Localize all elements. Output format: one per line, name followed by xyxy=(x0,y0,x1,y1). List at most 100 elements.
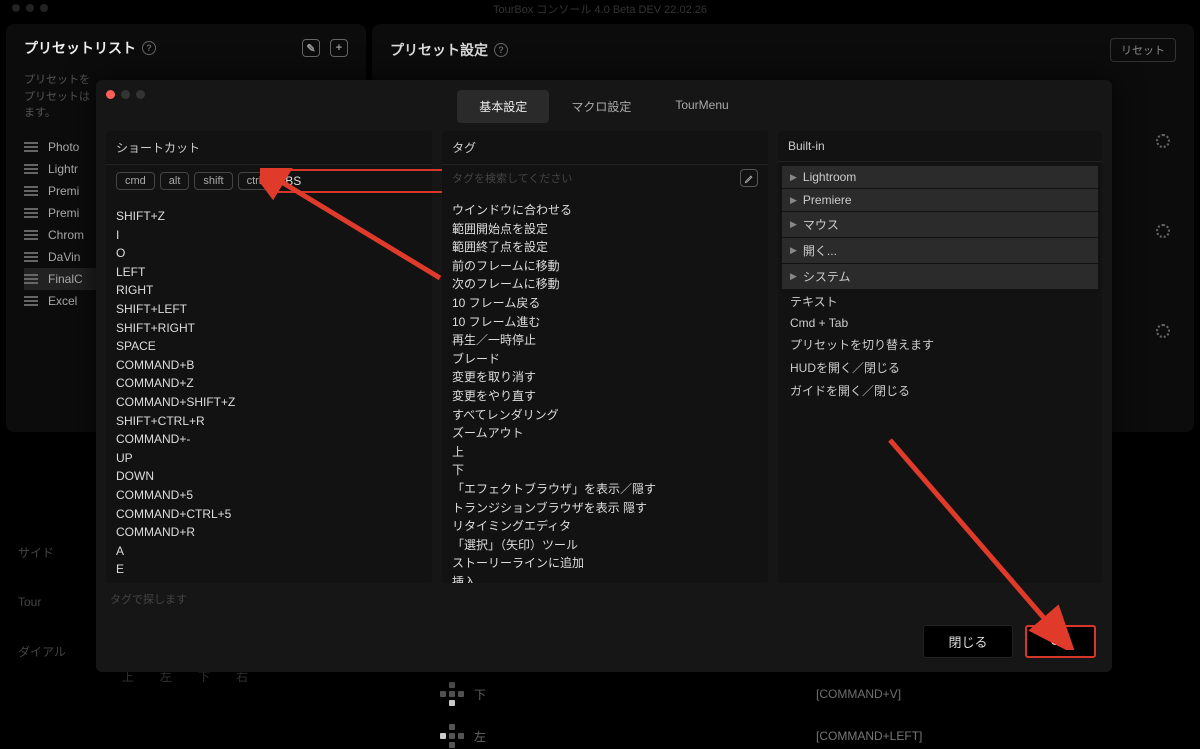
modal-traffic-lights[interactable] xyxy=(106,90,145,99)
shortcut-item[interactable]: A xyxy=(116,542,422,561)
shortcut-item[interactable]: COMMAND+B xyxy=(116,356,422,375)
tag-search-placeholder[interactable]: タグを検索してください xyxy=(452,170,572,186)
tag-item[interactable]: ストーリーラインに追加 xyxy=(452,554,758,573)
builtin-item[interactable]: HUDを開く／閉じる xyxy=(782,356,1098,379)
shortcut-input[interactable] xyxy=(275,169,450,193)
shortcut-item[interactable]: COMMAND+Z xyxy=(116,374,422,393)
dpad-icon xyxy=(440,682,464,706)
modal-tab[interactable]: マクロ設定 xyxy=(549,90,653,123)
shortcut-item[interactable]: COMMAND+5 xyxy=(116,486,422,505)
tag-item[interactable]: 範囲終了点を設定 xyxy=(452,238,758,257)
shortcut-item[interactable]: COMMAND+R xyxy=(116,523,422,542)
tag-item[interactable]: 変更を取り消す xyxy=(452,368,758,387)
shortcut-item[interactable]: I xyxy=(116,226,422,245)
dpad-row: 下 [COMMAND+V] xyxy=(440,682,922,706)
modifier-row: cmd alt shift ctrl ✕ xyxy=(106,165,432,201)
builtin-category[interactable]: ▶Lightroom xyxy=(782,166,1098,188)
tag-item[interactable]: 再生／一時停止 xyxy=(452,331,758,350)
builtin-item[interactable]: プリセットを切り替えます xyxy=(782,333,1098,356)
tag-item[interactable]: 下 xyxy=(452,461,758,480)
loading-spinner-icon xyxy=(1156,224,1170,238)
loading-spinner-icon xyxy=(1156,134,1170,148)
shortcut-item[interactable]: SPACE xyxy=(116,337,422,356)
tag-item[interactable]: ウインドウに合わせる xyxy=(452,201,758,220)
shift-key[interactable]: shift xyxy=(194,172,232,190)
builtin-column: Built-in ▶Lightroom▶Premiere▶マウス▶開く...▶シ… xyxy=(778,131,1102,583)
ctrl-key[interactable]: ctrl xyxy=(238,172,271,190)
drag-handle-icon[interactable] xyxy=(24,186,38,196)
tag-item[interactable]: 10 フレーム戻る xyxy=(452,294,758,313)
builtin-header: Built-in xyxy=(778,131,1102,162)
tag-item[interactable]: 「エフェクトブラウザ」を表示／隠す xyxy=(452,480,758,499)
app-traffic-lights xyxy=(12,4,48,12)
shortcut-item[interactable]: SHIFT+Z xyxy=(116,207,422,226)
reset-button[interactable]: リセット xyxy=(1110,38,1176,62)
modal-tab[interactable]: TourMenu xyxy=(653,90,750,123)
shortcut-item[interactable]: COMMAND+- xyxy=(116,430,422,449)
cmd-key[interactable]: cmd xyxy=(116,172,155,190)
help-icon[interactable]: ? xyxy=(494,43,508,57)
shortcut-item[interactable]: COMMAND+CTRL+5 xyxy=(116,505,422,524)
shortcut-item[interactable]: SHIFT+LEFT xyxy=(116,300,422,319)
shortcut-item[interactable]: LEFT xyxy=(116,263,422,282)
app-titlebar: TourBox コンソール 4.0 Beta DEV 22.02.26 xyxy=(0,0,1200,18)
shortcut-item[interactable]: RIGHT xyxy=(116,281,422,300)
builtin-item[interactable]: テキスト xyxy=(782,290,1098,313)
builtin-category[interactable]: ▶システム xyxy=(782,264,1098,289)
drag-handle-icon[interactable] xyxy=(24,252,38,262)
tag-item[interactable]: トランジションブラウザを表示 隠す xyxy=(452,499,758,518)
tag-item[interactable]: 10 フレーム進む xyxy=(452,313,758,332)
tag-item[interactable]: 挿入 xyxy=(452,573,758,583)
drag-handle-icon[interactable] xyxy=(24,164,38,174)
minimize-icon xyxy=(121,90,130,99)
tag-item[interactable]: ズームアウト xyxy=(452,424,758,443)
tag-item[interactable]: 範囲開始点を設定 xyxy=(452,220,758,239)
shortcut-item[interactable]: SHIFT+RIGHT xyxy=(116,319,422,338)
shortcut-item[interactable]: COMMAND+SHIFT+Z xyxy=(116,393,422,412)
dial-label: ダイアル xyxy=(18,643,66,660)
ok-button[interactable]: OK xyxy=(1025,625,1097,658)
side-label: サイド xyxy=(18,544,66,561)
tour-label: Tour xyxy=(18,595,66,609)
dpad-binding: [COMMAND+V] xyxy=(816,687,901,701)
edit-preset-icon[interactable]: ✎ xyxy=(302,39,320,57)
close-icon[interactable] xyxy=(106,90,115,99)
drag-handle-icon[interactable] xyxy=(24,296,38,306)
drag-handle-icon[interactable] xyxy=(24,142,38,152)
close-button[interactable]: 閉じる xyxy=(923,625,1012,658)
shortcut-item[interactable]: UP xyxy=(116,449,422,468)
maximize-icon xyxy=(136,90,145,99)
shortcut-item[interactable]: E xyxy=(116,560,422,579)
shortcut-header: ショートカット xyxy=(106,131,432,165)
help-icon[interactable]: ? xyxy=(142,41,156,55)
builtin-item[interactable]: ガイドを開く／閉じる xyxy=(782,379,1098,402)
tag-item[interactable]: リタイミングエディタ xyxy=(452,517,758,536)
builtin-item[interactable]: Cmd + Tab xyxy=(782,313,1098,333)
drag-handle-icon[interactable] xyxy=(24,208,38,218)
drag-handle-icon[interactable] xyxy=(24,230,38,240)
shortcut-item[interactable]: SHIFT+CTRL+R xyxy=(116,412,422,431)
tag-header: タグ xyxy=(442,131,768,165)
alt-key[interactable]: alt xyxy=(160,172,190,190)
tag-item[interactable]: 前のフレームに移動 xyxy=(452,257,758,276)
tag-column: タグ タグを検索してください ウインドウに合わせる範囲開始点を設定範囲終了点を設… xyxy=(442,131,768,583)
add-preset-icon[interactable]: + xyxy=(330,39,348,57)
tag-search-footer[interactable]: タグで探します xyxy=(96,583,1112,615)
shortcut-item[interactable]: O xyxy=(116,244,422,263)
tag-item[interactable]: 上 xyxy=(452,443,758,462)
tag-item[interactable]: 「選択」（矢印）ツール xyxy=(452,536,758,555)
shortcut-item[interactable]: DOWN xyxy=(116,467,422,486)
edit-tag-icon[interactable] xyxy=(740,169,758,187)
tag-item[interactable]: 変更をやり直す xyxy=(452,387,758,406)
modal-tab[interactable]: 基本設定 xyxy=(457,90,549,123)
chevron-right-icon: ▶ xyxy=(790,271,797,282)
tag-item[interactable]: すべてレンダリング xyxy=(452,406,758,425)
tag-item[interactable]: 次のフレームに移動 xyxy=(452,275,758,294)
builtin-category[interactable]: ▶マウス xyxy=(782,212,1098,237)
drag-handle-icon[interactable] xyxy=(24,274,38,284)
tag-item[interactable]: ブレード xyxy=(452,350,758,369)
chevron-right-icon: ▶ xyxy=(790,195,797,206)
builtin-category[interactable]: ▶開く... xyxy=(782,238,1098,263)
modal-tabs: 基本設定マクロ設定TourMenu xyxy=(96,90,1112,123)
builtin-category[interactable]: ▶Premiere xyxy=(782,189,1098,211)
